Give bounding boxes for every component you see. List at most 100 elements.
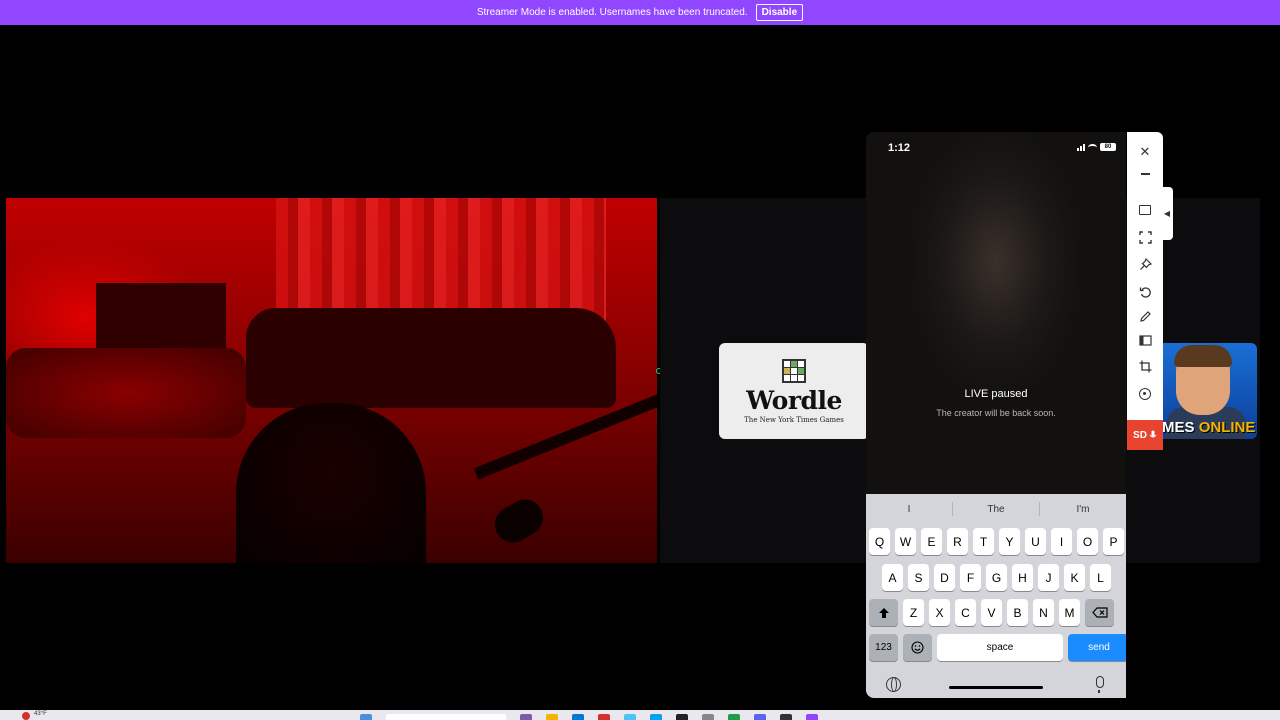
key-r[interactable]: R — [947, 528, 968, 555]
wordle-subtitle: The New York Times Games — [744, 415, 844, 424]
taskbar-app-icon[interactable] — [520, 714, 532, 720]
crop-icon[interactable] — [1127, 355, 1163, 377]
rotate-icon[interactable] — [1127, 281, 1163, 303]
taskbar-app-icon[interactable] — [546, 714, 558, 720]
key-m[interactable]: M — [1059, 599, 1080, 626]
games-online-label: MES ONLINE — [1162, 419, 1256, 436]
emoji-icon — [911, 641, 924, 654]
key-s[interactable]: S — [908, 564, 929, 591]
streamer-silhouette — [236, 403, 426, 563]
pin-icon[interactable] — [1127, 253, 1163, 275]
battery-icon: 80 — [1100, 143, 1116, 151]
weather-badge-icon[interactable] — [22, 712, 30, 720]
key-x[interactable]: X — [929, 599, 950, 626]
key-i[interactable]: I — [1051, 528, 1072, 555]
disable-streamer-mode-button[interactable]: Disable — [755, 4, 804, 21]
taskbar-app-icon[interactable] — [702, 714, 714, 720]
backspace-key[interactable] — [1085, 599, 1114, 626]
live-paused-subtitle: The creator will be back soon. — [936, 408, 1056, 418]
streamer-mode-banner: Streamer Mode is enabled. Usernames have… — [0, 0, 1280, 25]
key-g[interactable]: G — [986, 564, 1007, 591]
taskbar-apps — [360, 714, 818, 720]
taskbar-app-icon[interactable] — [806, 714, 818, 720]
split-view-icon[interactable] — [1127, 329, 1163, 351]
key-y[interactable]: Y — [999, 528, 1020, 555]
taskbar-search-box[interactable] — [386, 714, 506, 720]
taskbar-app-icon[interactable] — [598, 714, 610, 720]
collapse-toolbar-tab[interactable]: ◀ — [1161, 187, 1173, 240]
onscreen-keyboard: I The I'm Q W E R T Y U I O P A S D F G … — [866, 494, 1126, 698]
sd-quality-button[interactable]: SD — [1127, 420, 1163, 450]
key-row-2: A S D F G H J K L — [882, 564, 1111, 591]
taskbar-app-icon[interactable] — [650, 714, 662, 720]
key-c[interactable]: C — [955, 599, 976, 626]
key-row-4: 123 space send — [869, 634, 1126, 661]
key-row-3: Z X C V B N M — [869, 599, 1114, 626]
key-e[interactable]: E — [921, 528, 942, 555]
send-key[interactable]: send — [1068, 634, 1126, 661]
taskbar-app-icon[interactable] — [360, 714, 372, 720]
key-f[interactable]: F — [960, 564, 981, 591]
shift-key[interactable] — [869, 599, 898, 626]
signal-icon — [1077, 143, 1085, 151]
key-j[interactable]: J — [1038, 564, 1059, 591]
taskbar-app-icon[interactable] — [624, 714, 636, 720]
suggestion-item[interactable]: I'm — [1040, 504, 1126, 515]
suggestion-item[interactable]: I — [866, 504, 952, 515]
suggestion-item[interactable]: The — [953, 504, 1039, 515]
backspace-icon — [1091, 607, 1108, 618]
webcam-video[interactable] — [6, 198, 657, 563]
taskbar-app-icon[interactable] — [572, 714, 584, 720]
dictation-mic-icon[interactable] — [1096, 676, 1104, 693]
key-q[interactable]: Q — [869, 528, 890, 555]
minimize-icon[interactable] — [1127, 163, 1163, 185]
wordle-grid-icon — [782, 358, 806, 383]
pen-icon[interactable] — [1127, 305, 1163, 327]
taskbar-app-icon[interactable] — [676, 714, 688, 720]
globe-icon[interactable] — [886, 677, 901, 692]
key-row-1: Q W E R T Y U I O P — [869, 528, 1124, 555]
keyboard-bottom-bar — [866, 676, 1126, 698]
key-v[interactable]: V — [981, 599, 1002, 626]
live-paused-title: LIVE paused — [964, 388, 1028, 400]
wordle-card[interactable]: Wordle The New York Times Games — [719, 343, 869, 439]
key-k[interactable]: K — [1064, 564, 1085, 591]
numbers-key[interactable]: 123 — [869, 634, 898, 661]
key-d[interactable]: D — [934, 564, 955, 591]
close-icon[interactable]: ✕ — [1127, 141, 1163, 163]
key-u[interactable]: U — [1025, 528, 1046, 555]
key-z[interactable]: Z — [903, 599, 924, 626]
key-t[interactable]: T — [973, 528, 994, 555]
space-key[interactable]: space — [937, 634, 1063, 661]
status-time: 1:12 — [888, 142, 911, 154]
character-hair — [1174, 345, 1232, 367]
key-b[interactable]: B — [1007, 599, 1028, 626]
fullscreen-icon[interactable] — [1127, 226, 1163, 248]
key-w[interactable]: W — [895, 528, 916, 555]
windows-taskbar: 43°F — [0, 710, 1280, 720]
key-h[interactable]: H — [1012, 564, 1033, 591]
key-n[interactable]: N — [1033, 599, 1054, 626]
record-icon[interactable] — [1127, 383, 1163, 405]
games-online-card[interactable]: MES ONLINE — [1160, 343, 1257, 439]
emoji-key[interactable] — [903, 634, 932, 661]
key-o[interactable]: O — [1077, 528, 1098, 555]
banner-message: Streamer Mode is enabled. Usernames have… — [476, 7, 748, 18]
screen: { "banner": { "message": "Streamer Mode … — [0, 0, 1280, 720]
key-p[interactable]: P — [1103, 528, 1124, 555]
mirror-toolbar: ✕ SD — [1127, 132, 1163, 450]
chevron-left-icon: ◀ — [1163, 209, 1171, 218]
phone-screen: 1:12 80 LIVE paused The creator will be … — [866, 132, 1126, 494]
taskbar-app-icon[interactable] — [780, 714, 792, 720]
wifi-icon — [1088, 143, 1097, 151]
temperature-label: 43°F — [34, 711, 47, 717]
taskbar-app-icon[interactable] — [728, 714, 740, 720]
wordle-title: Wordle — [746, 385, 842, 415]
key-l[interactable]: L — [1090, 564, 1111, 591]
screenshot-icon[interactable] — [1127, 199, 1163, 221]
couch — [246, 308, 616, 408]
key-a[interactable]: A — [882, 564, 903, 591]
suggestion-bar: I The I'm — [866, 494, 1126, 524]
taskbar-app-icon[interactable] — [754, 714, 766, 720]
shift-icon — [878, 607, 889, 618]
